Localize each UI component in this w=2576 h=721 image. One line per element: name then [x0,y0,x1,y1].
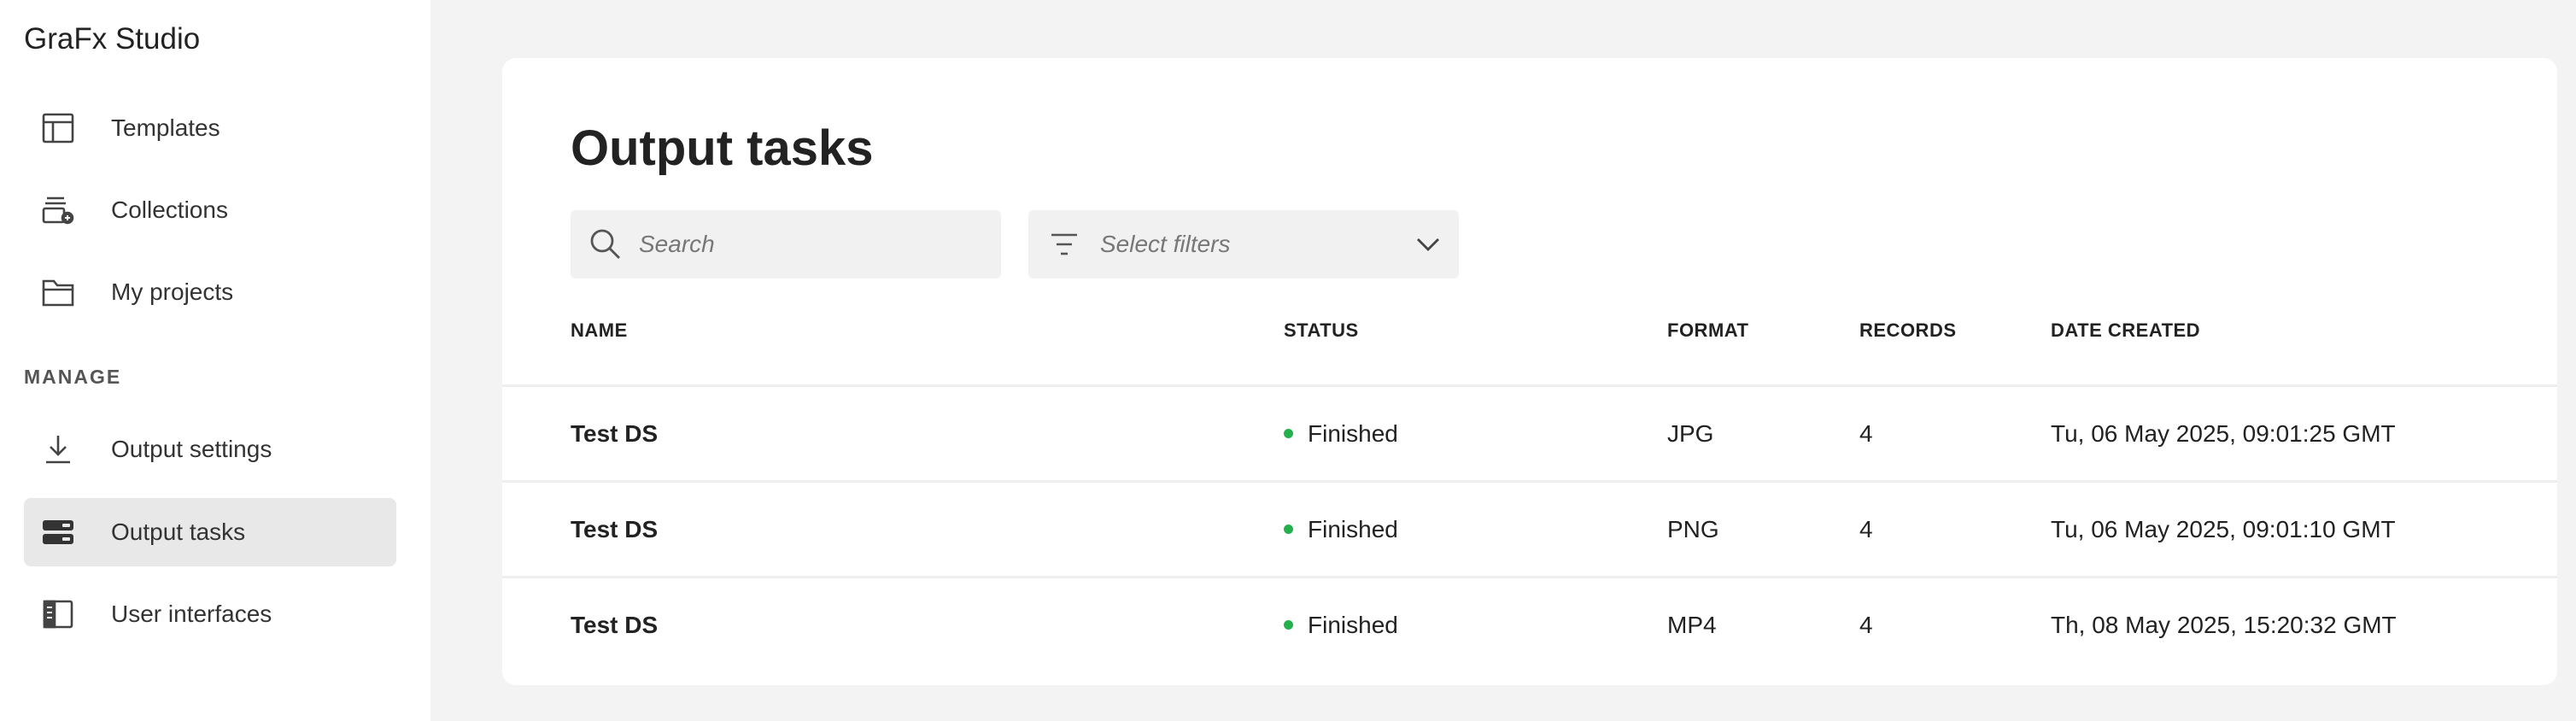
format-cell: MP4 [1667,611,1717,638]
column-header-date-created[interactable]: DATE CREATED [2051,319,2200,342]
filter-icon [1051,232,1078,256]
task-name: Test DS [571,419,659,447]
search-field[interactable] [571,210,1001,278]
sidebar-item-output-settings[interactable]: Output settings [24,415,396,484]
sidebar: GraFx Studio Templates Collections My pr… [0,0,430,721]
date-created-cell: Th, 08 May 2025, 15:20:32 GMT [2051,611,2397,638]
manage-section-label: MANAGE [24,366,122,388]
sidebar-item-label: Output tasks [111,519,246,545]
user-interface-icon [41,597,75,631]
status-cell: Finished [1284,387,1398,480]
page-title: Output tasks [571,120,874,176]
table-row[interactable]: Test DS Finished JPG 4 Tu, 06 May 2025, … [502,384,2557,480]
download-icon [41,432,75,466]
status-cell: Finished [1284,578,1398,671]
folder-icon [41,275,75,309]
search-icon [589,228,622,261]
records-cell: 4 [1859,515,1873,542]
sidebar-item-output-tasks[interactable]: Output tasks [24,498,396,566]
sidebar-item-label: Output settings [111,436,272,462]
sidebar-item-templates[interactable]: Templates [24,94,396,162]
collections-icon [41,193,75,227]
date-created-cell: Tu, 06 May 2025, 09:01:25 GMT [2051,419,2396,447]
sidebar-item-my-projects[interactable]: My projects [24,258,396,326]
status-dot-icon [1284,620,1293,630]
filter-select[interactable]: Select filters [1028,210,1459,278]
task-name: Test DS [571,515,659,542]
sidebar-item-label: My projects [111,278,234,305]
app-title: GraFx Studio [24,22,201,56]
column-header-name[interactable]: NAME [571,319,628,342]
status-dot-icon [1284,429,1293,438]
filter-placeholder: Select filters [1100,231,1231,257]
sidebar-item-label: Collections [111,196,228,223]
output-tasks-icon [41,515,75,549]
status-cell: Finished [1284,483,1398,576]
table-row[interactable]: Test DS Finished PNG 4 Tu, 06 May 2025, … [502,480,2557,576]
column-header-records[interactable]: RECORDS [1859,319,1957,342]
table-row[interactable]: Test DS Finished MP4 4 Th, 08 May 2025, … [502,576,2557,671]
status-text: Finished [1308,515,1398,542]
status-text: Finished [1308,611,1398,638]
task-name: Test DS [571,611,659,638]
search-input[interactable] [637,230,982,259]
column-header-status[interactable]: STATUS [1284,319,1359,342]
status-text: Finished [1308,419,1398,447]
sidebar-item-collections[interactable]: Collections [24,176,396,244]
output-tasks-panel: Output tasks Select filters NAME STATUS … [502,58,2557,685]
records-cell: 4 [1859,419,1873,447]
format-cell: JPG [1667,419,1714,447]
sidebar-item-user-interfaces[interactable]: User interfaces [24,580,396,648]
sidebar-item-label: User interfaces [111,601,272,627]
date-created-cell: Tu, 06 May 2025, 09:01:10 GMT [2051,515,2396,542]
sidebar-item-label: Templates [111,114,220,141]
column-header-format[interactable]: FORMAT [1667,319,1748,342]
status-dot-icon [1284,525,1293,534]
records-cell: 4 [1859,611,1873,638]
format-cell: PNG [1667,515,1719,542]
chevron-down-icon [1416,237,1440,251]
template-icon [41,111,75,145]
